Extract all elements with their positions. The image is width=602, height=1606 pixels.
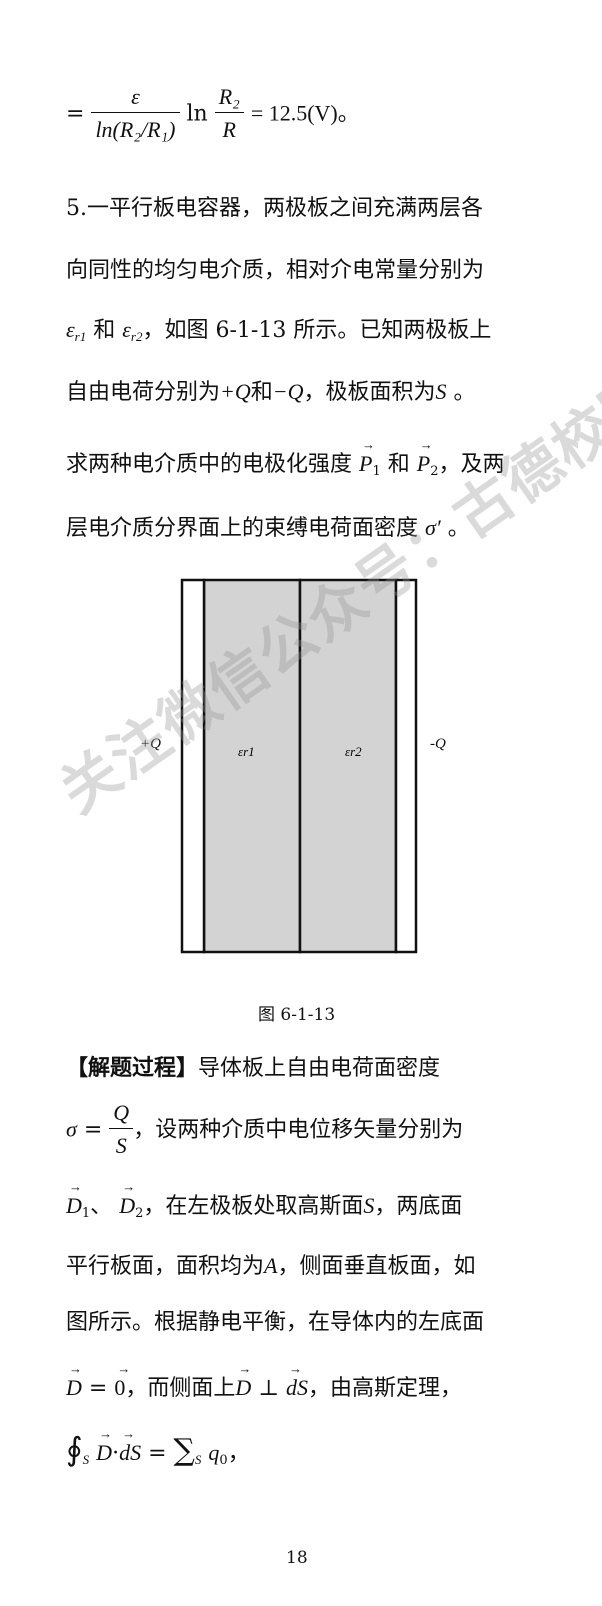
problem-line-4: 自由电荷分别为+Q和−Q，极板面积为S 。 [66, 379, 476, 405]
solution-line-5: 图所示。根据静电平衡，在导体内的左底面 [66, 1310, 485, 1335]
left-plate [180, 578, 206, 954]
minus-q-label: -Q [430, 736, 446, 752]
solution-line-2: σ = Q S ，设两种介质中电位移矢量分别为 [66, 1098, 463, 1163]
eps-r2-label: εr2 [345, 744, 362, 759]
figure-caption: 图 6-1-13 [258, 1005, 336, 1025]
right-plate [394, 578, 418, 954]
fraction-r: R₂ R [214, 82, 244, 147]
formula-top: = ε ln(R₂/R₁) ln R₂ R = 12.5(V)。 [66, 82, 360, 147]
solution-line-7: ∮S D·dS = ∑S q0， [66, 1426, 250, 1468]
page-number: 18 [286, 1548, 308, 1568]
ln-symbol: ln [186, 101, 208, 127]
solution-line-4: 平行板面，面积均为A，侧面垂直板面，如 [66, 1253, 476, 1279]
problem-line-1: 5.一平行板电容器，两极板之间充满两层各 [66, 196, 483, 221]
solution-line-1: 【解题过程】导体板上自由电荷面密度 [66, 1055, 441, 1081]
solution-line-3: D1、 D2，在左极板处取高斯面S，两底面 [66, 1179, 462, 1221]
problem-line-3: εr1 和 εr2，如图 6-1-13 所示。已知两极板上 [66, 317, 492, 344]
equals: = [66, 101, 85, 127]
sigma-fraction: Q S [109, 1098, 134, 1163]
problem-line-5: 求两种电介质中的电极化强度 P1 和 P2，及两 [66, 437, 505, 479]
fraction-eps: ε ln(R₂/R₁) [91, 82, 180, 147]
result: = 12.5(V) [250, 100, 338, 126]
solution-line-6: D = 0，而侧面上D ⊥ dS，由高斯定理， [66, 1361, 462, 1402]
solution-heading: 【解题过程】 [66, 1055, 199, 1081]
problem-line-2: 向同性的均匀电介质，相对介电常量分别为 [66, 258, 485, 283]
eps-r1-label: εr1 [238, 744, 255, 759]
